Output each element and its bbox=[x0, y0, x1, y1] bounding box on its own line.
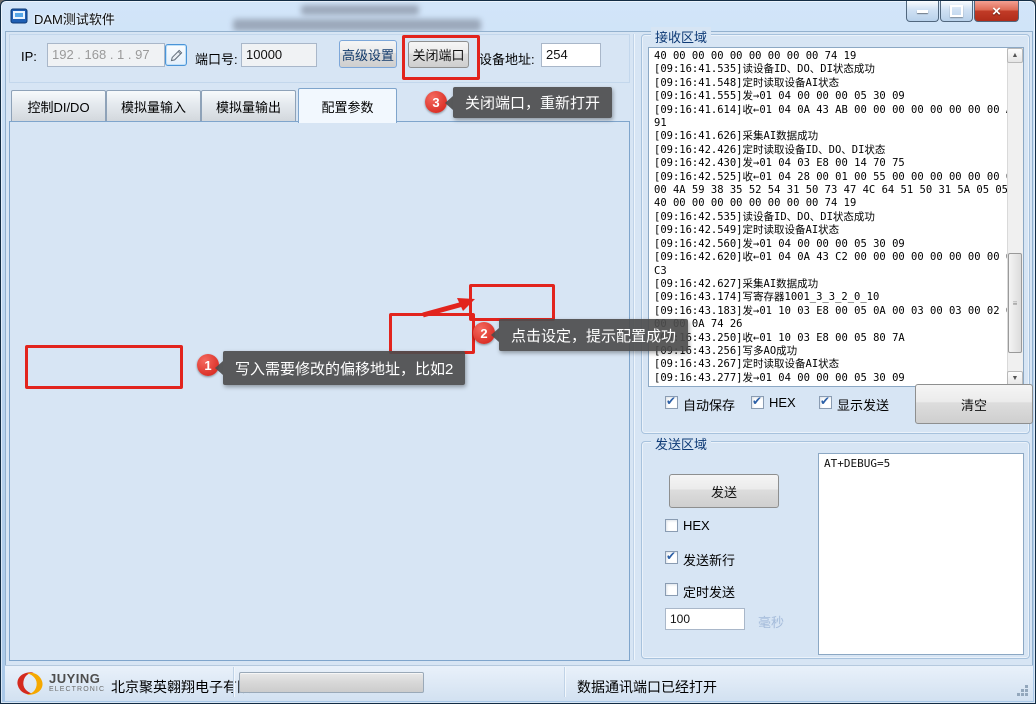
device-address-field[interactable]: 254 bbox=[541, 43, 601, 67]
receive-scrollbar-thumb[interactable]: ≡ bbox=[1008, 253, 1022, 353]
brand-subname: ELECTRONIC bbox=[49, 686, 105, 693]
receive-log[interactable]: 40 00 00 00 00 00 00 00 00 74 19 [09:16:… bbox=[648, 47, 1024, 387]
config-panel bbox=[9, 121, 630, 661]
window-title: DAM测试软件 bbox=[34, 9, 115, 28]
tab-analog-input[interactable]: 模拟量输入 bbox=[106, 90, 201, 121]
edit-ip-button[interactable] bbox=[165, 44, 187, 66]
close-button[interactable]: × bbox=[974, 1, 1019, 22]
statusbar-divider bbox=[564, 667, 565, 697]
show-send-checkbox[interactable] bbox=[819, 396, 832, 409]
ip-field: 192 . 168 . 1 . 97 bbox=[47, 43, 165, 67]
receive-hex-checkbox[interactable] bbox=[751, 396, 764, 409]
status-message: 数据通讯端口已经打开 bbox=[577, 677, 717, 697]
send-hex-checkbox[interactable] bbox=[665, 519, 678, 532]
brand-name: JUYING bbox=[49, 671, 100, 686]
tab-config-params[interactable]: 配置参数 bbox=[298, 88, 397, 123]
pencil-icon bbox=[170, 49, 183, 62]
clear-button[interactable]: 清空 bbox=[915, 384, 1033, 424]
send-newline-label: 发送新行 bbox=[683, 550, 735, 569]
minimize-icon bbox=[917, 10, 928, 13]
receive-title: 接收区域 bbox=[651, 27, 711, 46]
autosave-label: 自动保存 bbox=[683, 395, 735, 414]
maximize-button[interactable] bbox=[940, 1, 973, 22]
callout-step3-tooltip: 关闭端口，重新打开 bbox=[453, 87, 612, 118]
tab-control-di-do[interactable]: 控制DI/DO bbox=[11, 90, 106, 121]
progress-bar bbox=[239, 672, 424, 693]
send-content-field[interactable]: AT+DEBUG=5 bbox=[818, 453, 1024, 655]
app-icon bbox=[10, 7, 28, 25]
close-port-button[interactable]: 关闭端口 bbox=[408, 41, 469, 68]
callout-step1-tooltip: 写入需要修改的偏移地址，比如2 bbox=[223, 351, 465, 385]
device-address-label: 设备地址: bbox=[479, 49, 535, 68]
juying-logo bbox=[15, 670, 45, 697]
port-field[interactable]: 10000 bbox=[241, 43, 317, 67]
receive-hex-label: HEX bbox=[769, 395, 796, 410]
send-title: 发送区域 bbox=[651, 434, 711, 453]
statusbar-divider bbox=[233, 667, 234, 697]
milliseconds-label: 毫秒 bbox=[758, 612, 784, 631]
app-window: DAM测试软件 × IP: 192 . 168 . 1 . 97 端口号: 10… bbox=[0, 0, 1036, 704]
send-hex-label: HEX bbox=[683, 518, 710, 533]
port-label: 端口号: bbox=[195, 49, 238, 68]
maximize-icon bbox=[950, 5, 963, 17]
watermark-smudge bbox=[233, 19, 481, 31]
send-button[interactable]: 发送 bbox=[669, 474, 779, 508]
minimize-button[interactable] bbox=[906, 1, 939, 22]
callout-step2-tooltip: 点击设定，提示配置成功 bbox=[499, 319, 688, 351]
scroll-up-arrow-icon[interactable]: ▲ bbox=[1007, 48, 1023, 63]
tab-analog-output[interactable]: 模拟量输出 bbox=[201, 90, 296, 121]
callout-step3-number: 3 bbox=[425, 91, 447, 113]
autosave-checkbox[interactable] bbox=[665, 396, 678, 409]
close-icon: × bbox=[992, 4, 1001, 19]
ip-label: IP: bbox=[21, 49, 37, 64]
resize-grip[interactable] bbox=[1017, 685, 1020, 688]
watermark-smudge bbox=[301, 5, 419, 15]
show-send-label: 显示发送 bbox=[837, 395, 889, 414]
send-interval-field[interactable]: 100 bbox=[665, 608, 745, 630]
timed-send-checkbox[interactable] bbox=[665, 583, 678, 596]
timed-send-label: 定时发送 bbox=[683, 582, 735, 601]
send-newline-checkbox[interactable] bbox=[665, 551, 678, 564]
advanced-settings-button[interactable]: 高级设置 bbox=[339, 40, 397, 68]
